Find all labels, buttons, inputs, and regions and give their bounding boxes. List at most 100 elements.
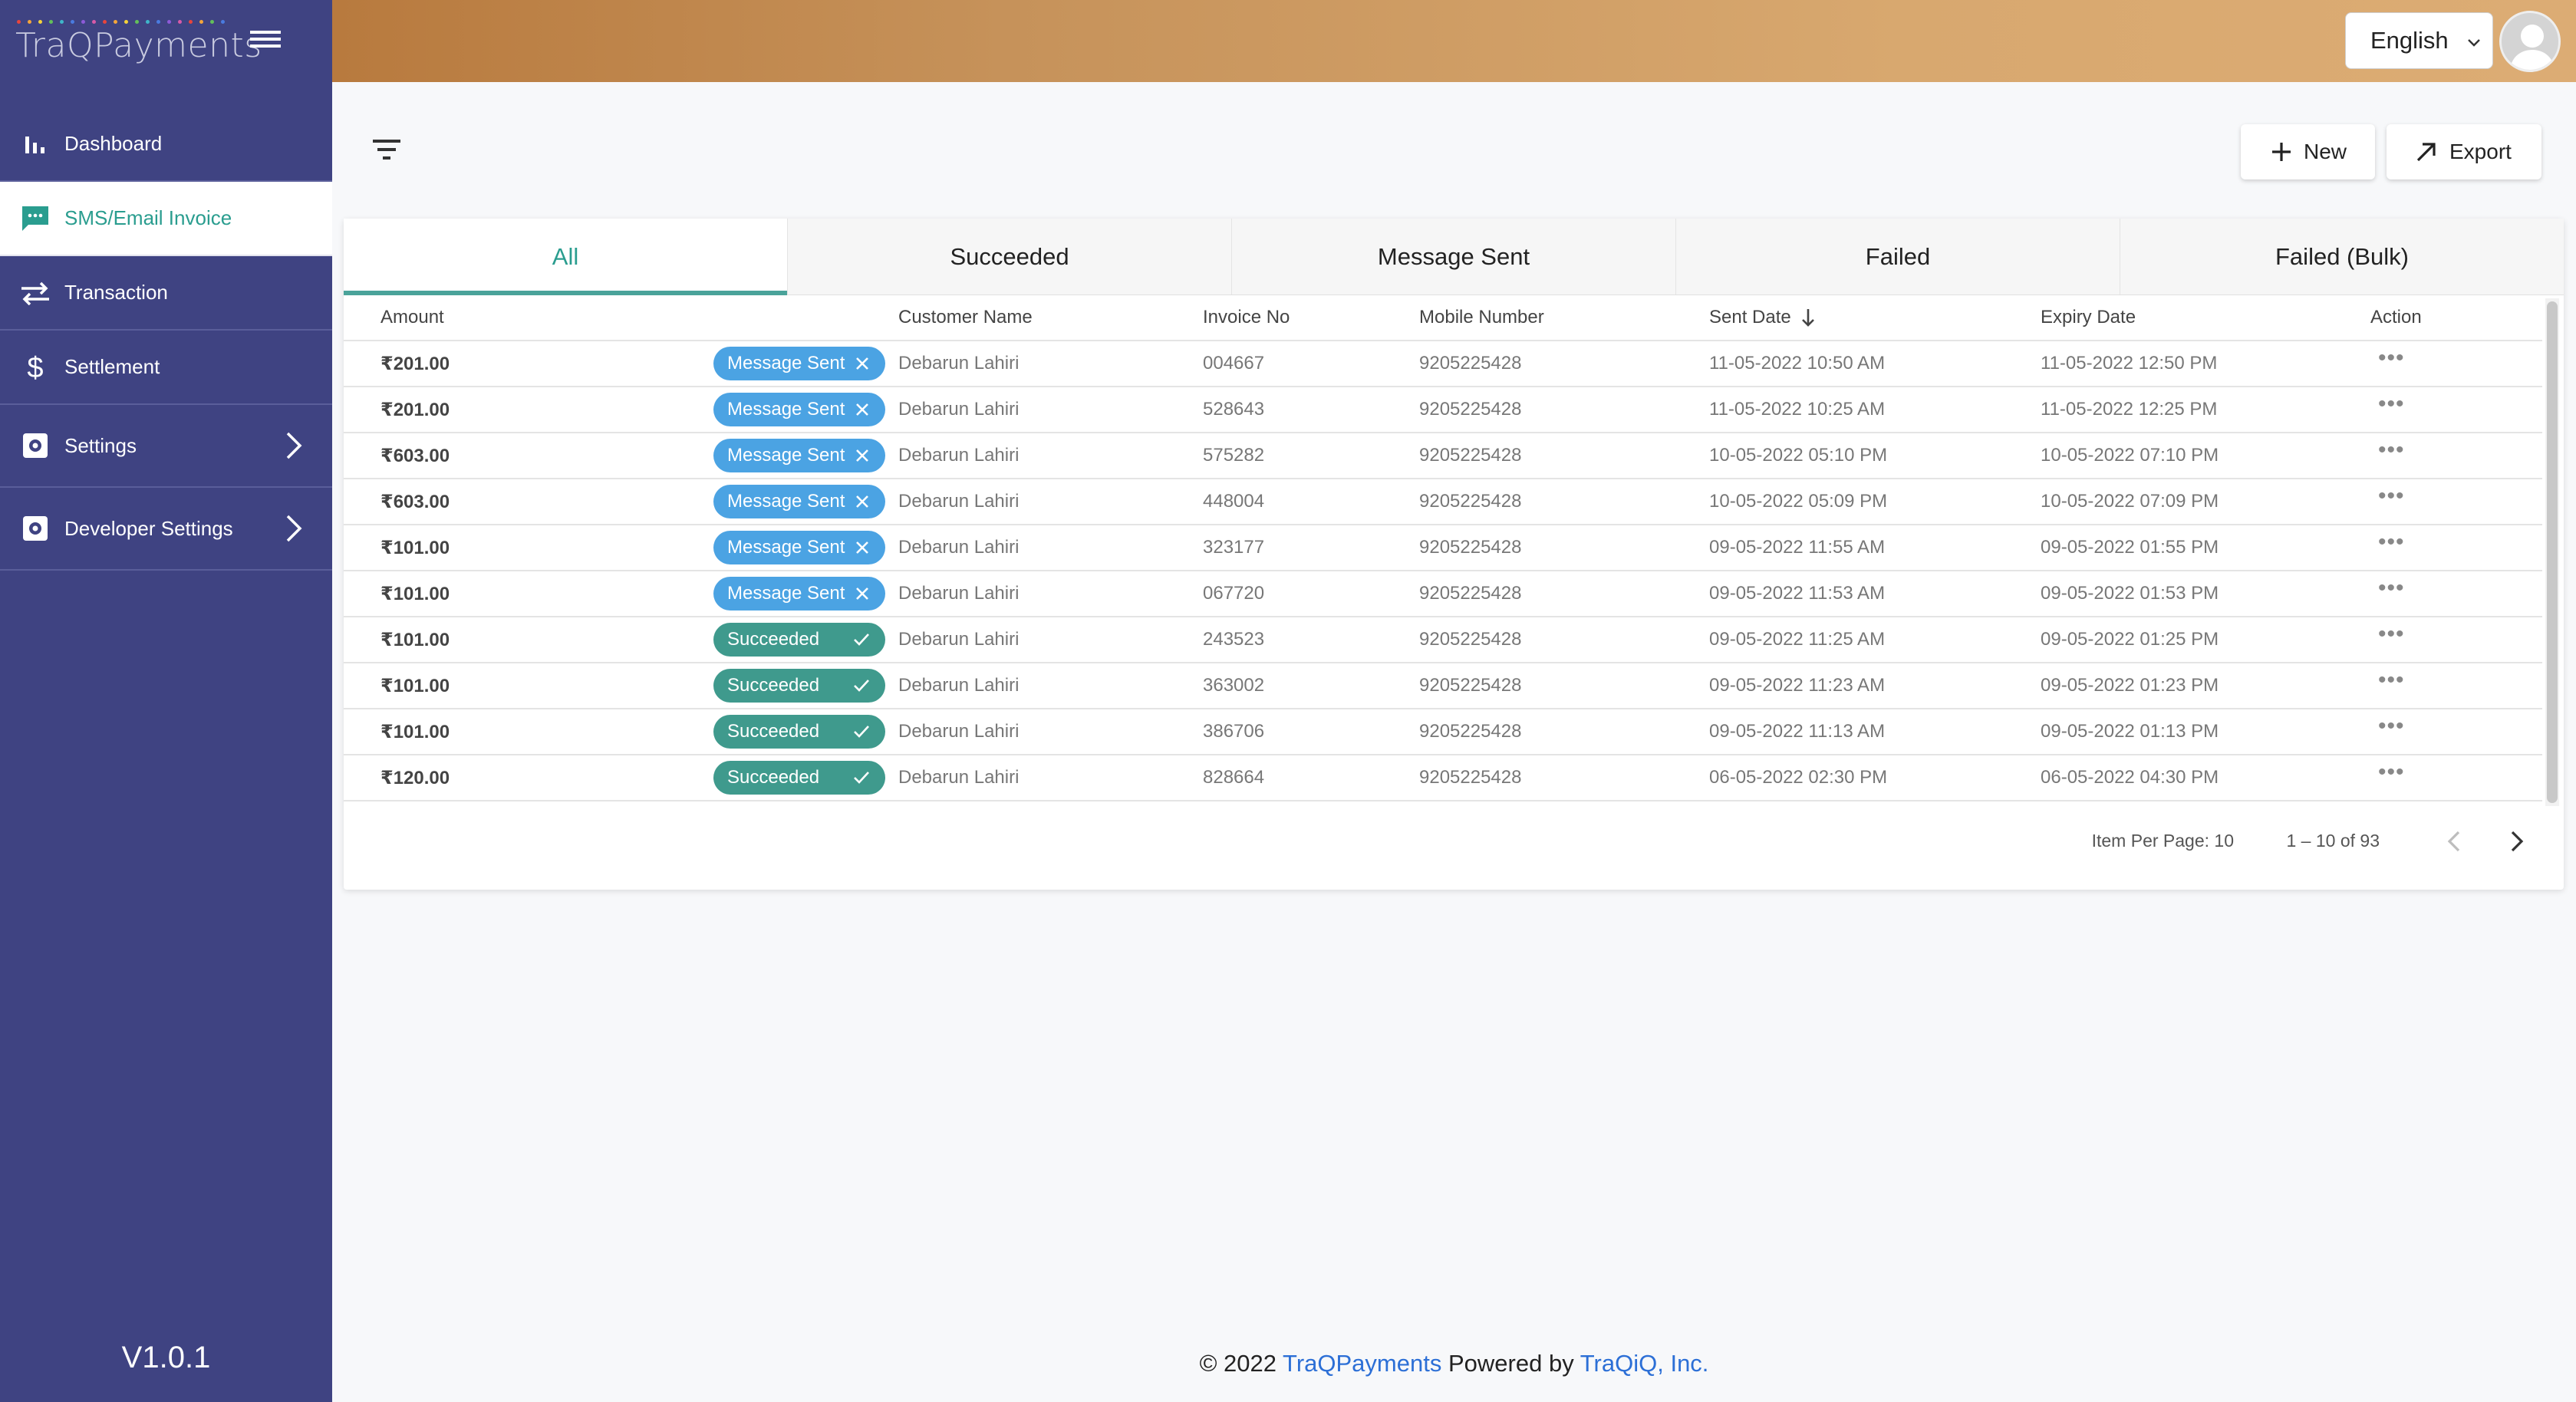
table-scrollbar[interactable]	[2545, 298, 2559, 806]
user-icon	[2509, 25, 2555, 70]
footer-company-link[interactable]: TraQiQ, Inc.	[1580, 1350, 1709, 1377]
cell-invoice-no: 528643	[1203, 399, 1265, 420]
cell-status: Message Sent	[713, 571, 885, 616]
more-options-icon[interactable]: •••	[2370, 391, 2405, 417]
table-row[interactable]: ₹101.00 Succeeded Debarun Lahiri 363002 9205…	[344, 663, 2542, 709]
check-icon	[854, 726, 869, 738]
cell-customer-name: Debarun Lahiri	[898, 629, 1020, 650]
cell-customer-name: Debarun Lahiri	[898, 675, 1020, 696]
cell-invoice-no: 448004	[1203, 491, 1265, 512]
status-badge-label: Succeeded	[727, 767, 820, 788]
tab-message-sent[interactable]: Message Sent	[1232, 219, 1676, 295]
status-badge[interactable]: Succeeded	[713, 623, 885, 657]
table-row[interactable]: ₹201.00 Message Sent Debarun Lahiri 004667 9…	[344, 341, 2542, 387]
more-options-icon[interactable]: •••	[2370, 667, 2405, 693]
cell-amount: ₹603.00	[380, 445, 450, 466]
table-row[interactable]: ₹201.00 Message Sent Debarun Lahiri 528643 9…	[344, 387, 2542, 433]
column-customer-name[interactable]: Customer Name	[898, 295, 1033, 340]
status-badge[interactable]: Message Sent	[713, 439, 885, 472]
cell-mobile-number: 9205225428	[1419, 353, 1522, 374]
more-options-icon[interactable]: •••	[2370, 575, 2405, 601]
avatar[interactable]	[2499, 11, 2561, 72]
column-expiry-date[interactable]: Expiry Date	[2041, 295, 2136, 340]
status-badge[interactable]: Message Sent	[713, 485, 885, 518]
status-badge[interactable]: Succeeded	[713, 669, 885, 703]
cell-status: Succeeded	[713, 617, 885, 662]
column-sent-date[interactable]: Sent Date	[1709, 295, 1817, 340]
status-badge[interactable]: Message Sent	[713, 577, 885, 610]
sidebar-item-developer-settings[interactable]: Developer Settings	[0, 488, 332, 571]
status-badge[interactable]: Succeeded	[713, 715, 885, 749]
prev-page-icon[interactable]	[2438, 824, 2472, 858]
table-row[interactable]: ₹101.00 Succeeded Debarun Lahiri 386706 9205…	[344, 709, 2542, 755]
column-invoice-no[interactable]: Invoice No	[1203, 295, 1290, 340]
cell-amount: ₹101.00	[380, 675, 450, 696]
dollar-icon: $	[20, 352, 51, 383]
brand-logo[interactable]: TraQPayments	[15, 15, 262, 69]
filter-icon[interactable]	[370, 137, 404, 164]
sidebar-item-transaction[interactable]: Transaction	[0, 256, 332, 331]
close-icon	[856, 403, 868, 416]
more-options-icon[interactable]: •••	[2370, 713, 2405, 739]
close-icon	[856, 495, 868, 508]
cell-sent-date: 09-05-2022 11:55 AM	[1709, 537, 1886, 558]
table-row[interactable]: ₹101.00 Message Sent Debarun Lahiri 323177 9…	[344, 525, 2542, 571]
sidebar: TraQPayments Dashboard SMS/Email Invoice…	[0, 0, 332, 1402]
menu-toggle-icon[interactable]	[250, 31, 281, 54]
cell-amount: ₹101.00	[380, 537, 450, 558]
status-badge[interactable]: Message Sent	[713, 393, 885, 426]
table-row[interactable]: ₹101.00 Message Sent Debarun Lahiri 067720 9…	[344, 571, 2542, 617]
table-row[interactable]: ₹603.00 Message Sent Debarun Lahiri 448004 9…	[344, 479, 2542, 525]
sidebar-item-dashboard[interactable]: Dashboard	[0, 107, 332, 182]
table-row[interactable]: ₹120.00 Succeeded Debarun Lahiri 828664 9205…	[344, 755, 2542, 801]
cell-customer-name: Debarun Lahiri	[898, 445, 1020, 466]
status-badge-label: Message Sent	[727, 445, 845, 466]
cell-mobile-number: 9205225428	[1419, 767, 1522, 788]
cell-expiry-date: 11-05-2022 12:50 PM	[2041, 353, 2218, 374]
table-row[interactable]: ₹603.00 Message Sent Debarun Lahiri 575282 9…	[344, 433, 2542, 479]
invoice-table: Amount Customer Name Invoice No Mobile N…	[344, 295, 2542, 801]
cell-action: •••	[2370, 617, 2405, 662]
brand-name: TraQPayments	[15, 26, 262, 65]
more-options-icon[interactable]: •••	[2370, 345, 2405, 371]
cell-invoice-no: 828664	[1203, 767, 1265, 788]
status-badge[interactable]: Message Sent	[713, 347, 885, 380]
status-badge[interactable]: Succeeded	[713, 761, 885, 795]
chevron-right-icon	[286, 432, 302, 459]
more-options-icon[interactable]: •••	[2370, 529, 2405, 555]
tab-failed[interactable]: Failed	[1676, 219, 2120, 295]
column-amount[interactable]: Amount	[380, 295, 444, 340]
cell-sent-date: 11-05-2022 10:25 AM	[1709, 399, 1886, 420]
cell-mobile-number: 9205225428	[1419, 445, 1522, 466]
cell-amount: ₹201.00	[380, 399, 450, 420]
export-button-label: Export	[2449, 140, 2512, 163]
language-select[interactable]: English	[2345, 12, 2493, 69]
table-row[interactable]: ₹101.00 Succeeded Debarun Lahiri 243523 9205…	[344, 617, 2542, 663]
export-button[interactable]: Export	[2387, 124, 2541, 179]
cell-sent-date: 10-05-2022 05:09 PM	[1709, 491, 1888, 512]
cell-status: Succeeded	[713, 755, 885, 800]
footer-brand-link[interactable]: TraQPayments	[1283, 1350, 1441, 1377]
more-options-icon[interactable]: •••	[2370, 483, 2405, 509]
items-per-page[interactable]: Item Per Page: 10	[2092, 831, 2234, 851]
column-mobile-number[interactable]: Mobile Number	[1419, 295, 1544, 340]
status-badge-label: Message Sent	[727, 583, 845, 604]
scrollbar-thumb[interactable]	[2547, 301, 2558, 803]
next-page-icon[interactable]	[2499, 824, 2533, 858]
more-options-icon[interactable]: •••	[2370, 759, 2405, 785]
sidebar-item-sms-email-invoice[interactable]: SMS/Email Invoice	[0, 182, 332, 256]
tab-all[interactable]: All	[344, 219, 788, 295]
cell-invoice-no: 575282	[1203, 445, 1265, 466]
status-badge[interactable]: Message Sent	[713, 531, 885, 564]
cell-expiry-date: 11-05-2022 12:25 PM	[2041, 399, 2218, 420]
sidebar-item-settings[interactable]: Settings	[0, 405, 332, 488]
more-options-icon[interactable]: •••	[2370, 621, 2405, 647]
tab-succeeded[interactable]: Succeeded	[788, 219, 1232, 295]
sidebar-item-settlement[interactable]: $ Settlement	[0, 331, 332, 405]
tab-failed-bulk[interactable]: Failed (Bulk)	[2120, 219, 2564, 295]
page-range: 1 – 10 of 93	[2286, 831, 2380, 851]
cell-action: •••	[2370, 709, 2405, 754]
more-options-icon[interactable]: •••	[2370, 437, 2405, 463]
column-action: Action	[2370, 307, 2422, 327]
new-button[interactable]: New	[2241, 124, 2375, 179]
